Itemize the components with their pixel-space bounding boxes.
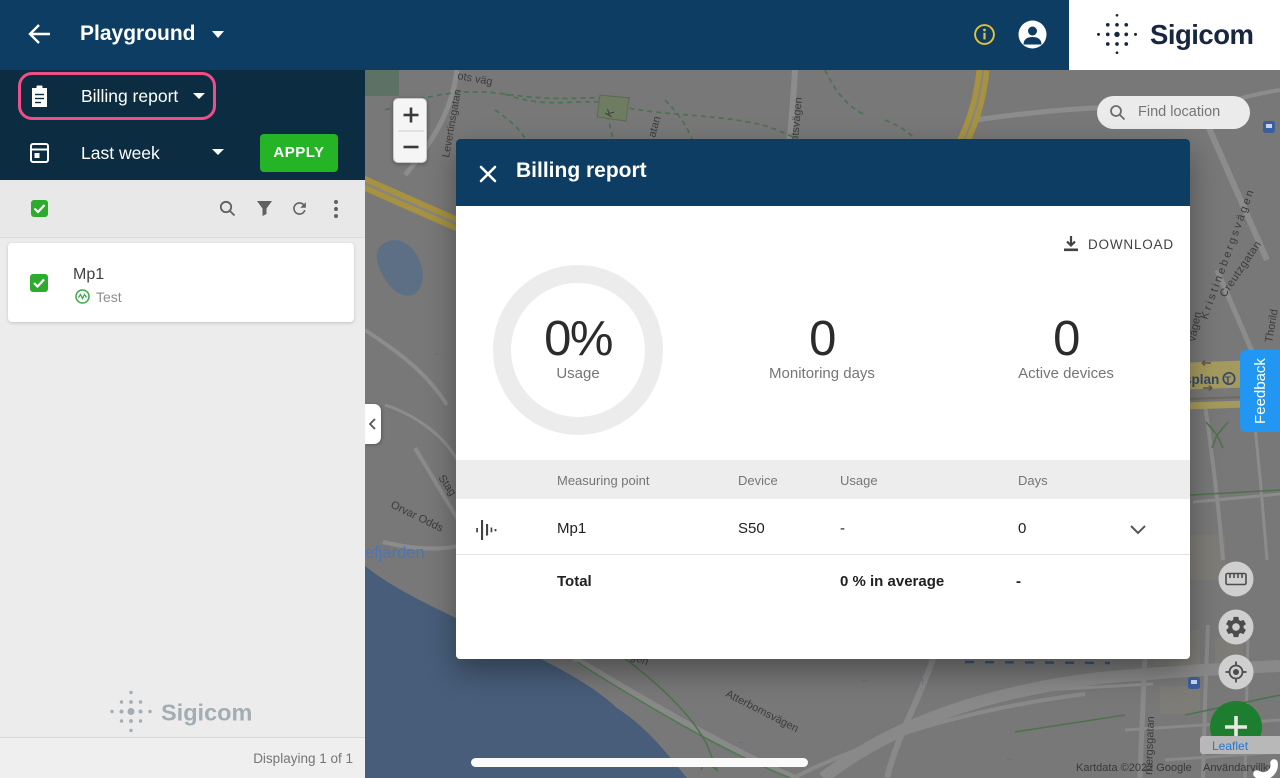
svg-text:←: ← bbox=[737, 736, 747, 747]
svg-text:efjärden: efjärden bbox=[365, 544, 425, 562]
svg-text:←: ← bbox=[918, 677, 929, 687]
svg-text:T: T bbox=[1225, 375, 1231, 386]
svg-text:←: ← bbox=[433, 348, 443, 359]
svg-text:Sigicom: Sigicom bbox=[161, 700, 252, 726]
svg-text:Sigicom: Sigicom bbox=[1150, 19, 1253, 50]
svg-text:←: ← bbox=[860, 674, 870, 685]
svg-text:←: ← bbox=[1005, 753, 1015, 764]
